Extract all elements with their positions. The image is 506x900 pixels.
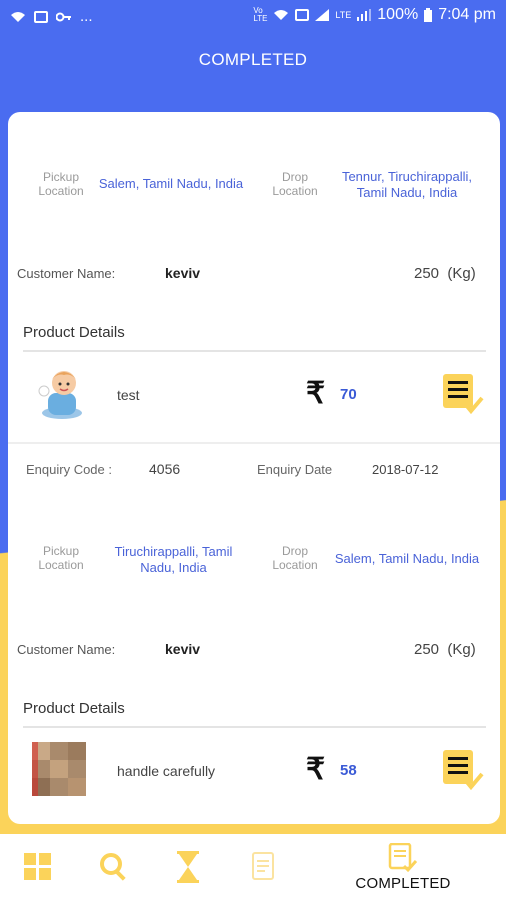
nav-completed[interactable]: COMPLETED — [340, 834, 466, 900]
document-icon — [252, 852, 274, 880]
orders-list[interactable]: Pickup Location Salem, Tamil Nadu, India… — [8, 112, 500, 824]
key-icon — [56, 12, 71, 21]
battery-percent: 100% — [377, 6, 419, 23]
drop-location: Salem, Tamil Nadu, India — [334, 551, 480, 566]
product-price: 70 — [340, 386, 357, 403]
pickup-label: Pickup Location — [38, 544, 84, 572]
customer-name: keviv — [165, 265, 201, 281]
nav-search[interactable] — [94, 834, 134, 900]
enquiry-code: 4056 — [149, 461, 181, 477]
product-details-title: Product Details — [23, 700, 125, 717]
product-name: test — [117, 387, 140, 403]
signal-bars-icon — [357, 9, 372, 21]
enquiry-code-label: Enquiry Code : — [26, 462, 112, 477]
customer-name: keviv — [165, 641, 201, 657]
search-icon — [100, 853, 126, 881]
enquiry-date-label: Enquiry Date — [257, 462, 333, 477]
nav-completed-label: COMPLETED — [355, 874, 451, 892]
divider — [23, 726, 486, 728]
customer-label: Customer Name: — [17, 642, 116, 657]
clock: 7:04 pm — [438, 6, 496, 23]
product-price: 58 — [340, 762, 357, 779]
baby-product-image — [38, 371, 82, 419]
sim-icon — [295, 9, 310, 21]
weight: 250 (Kg) — [414, 265, 476, 282]
pickup-location: Salem, Tamil Nadu, India — [98, 176, 244, 191]
nav-documents[interactable] — [243, 834, 283, 900]
more-notifications: ... — [80, 8, 93, 25]
nav-dashboard[interactable] — [18, 834, 58, 900]
product-name: handle carefully — [117, 763, 216, 779]
customer-label: Customer Name: — [17, 266, 116, 281]
completed-icon — [388, 842, 418, 872]
order-separator — [8, 442, 500, 444]
details-icon[interactable] — [440, 371, 484, 415]
page-title: COMPLETED — [198, 50, 308, 69]
pickup-label: Pickup Location — [38, 170, 84, 198]
wifi-icon — [11, 11, 25, 22]
weight: 250 (Kg) — [414, 641, 476, 658]
divider — [23, 350, 486, 352]
package-product-image — [32, 742, 86, 796]
drop-label: Drop Location — [272, 544, 318, 572]
grid-icon — [24, 853, 51, 880]
volte-icon: Vo LTE — [253, 6, 268, 23]
signal-icon — [315, 9, 330, 21]
drop-label: Drop Location — [272, 170, 318, 198]
rupee-icon: ₹ — [306, 377, 326, 410]
wifi-signal-icon — [274, 10, 289, 20]
details-icon[interactable] — [440, 747, 484, 791]
hourglass-icon — [177, 851, 199, 883]
drop-location: Tennur, Tiruchirappalli, Tamil Nadu, Ind… — [341, 169, 473, 200]
gallery-icon — [34, 10, 48, 23]
rupee-icon: ₹ — [306, 753, 326, 786]
product-details-title: Product Details — [23, 324, 125, 341]
lte-icon: LTE — [335, 10, 352, 20]
bottom-navigation: COMPLETED — [0, 834, 506, 900]
battery-icon — [424, 8, 433, 22]
nav-pending[interactable] — [168, 834, 208, 900]
enquiry-date: 2018-07-12 — [372, 462, 439, 477]
pickup-location: Tiruchirappalli, Tamil Nadu, India — [114, 544, 233, 575]
status-bar: ... Vo LTE LTE 100% 7:04 pm — [0, 0, 506, 34]
